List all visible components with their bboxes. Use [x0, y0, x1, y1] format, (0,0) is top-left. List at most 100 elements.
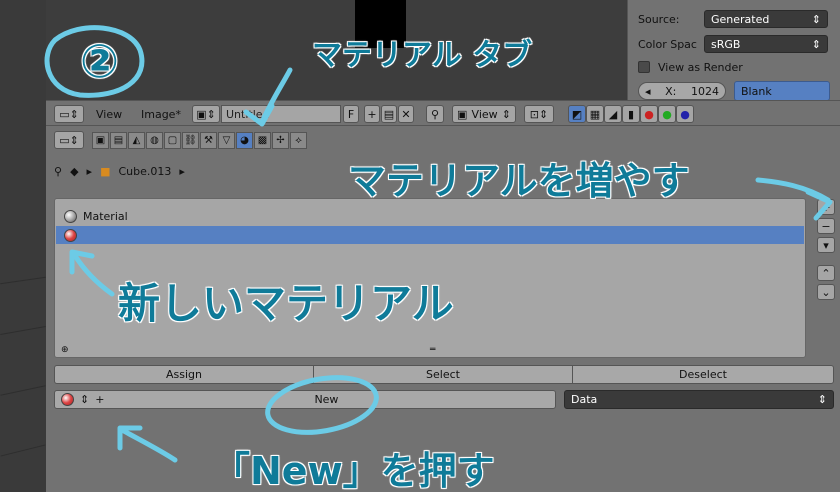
- image-editor-header: ▭⇕ View Image* ▣⇕ Untitled F + ▤ ✕ ⚲ ▣ V…: [46, 100, 840, 126]
- remove-slot-button[interactable]: −: [817, 218, 835, 234]
- plus-icon: +: [364, 105, 380, 123]
- press-new-annotation: 「New」を押す: [212, 449, 495, 492]
- link-data-dropdown[interactable]: Data ⇕: [564, 390, 834, 409]
- blue-channel-icon[interactable]: ●: [676, 105, 694, 123]
- material-tab-icon[interactable]: ◕: [236, 131, 253, 149]
- resize-handle-icon[interactable]: ═: [430, 345, 435, 355]
- chevron-right-icon: ▸: [179, 164, 185, 178]
- step-number: ②: [80, 34, 119, 88]
- image-editor-glyph: ▭⇕: [59, 107, 79, 121]
- grid-line: [0, 326, 46, 335]
- image-name-text: Untitled: [226, 107, 270, 121]
- material-tab-annotation: マテリアル タブ: [312, 38, 533, 73]
- pin-icon: ⚲: [426, 105, 444, 123]
- list-item-selected[interactable]: [56, 226, 804, 244]
- assign-button[interactable]: Assign: [54, 365, 314, 384]
- deselect-button[interactable]: Deselect: [572, 365, 834, 384]
- assign-label: Assign: [166, 368, 202, 381]
- view-menu-label: View: [96, 107, 123, 121]
- fake-user-box: F: [343, 105, 359, 123]
- image-name-field[interactable]: Untitled: [221, 105, 341, 123]
- pin-button[interactable]: ⚲: [426, 105, 444, 123]
- color-space-label: Color Spac: [638, 37, 697, 51]
- x-label: X:: [665, 84, 677, 98]
- color-space-row: Color Spac sRGB ⇕: [638, 34, 838, 54]
- plus-icon: +: [95, 393, 105, 406]
- modifiers-tab-icon[interactable]: ⚒: [200, 131, 217, 149]
- pivot-icon: ⊡⇕: [524, 105, 554, 123]
- world-tab-icon[interactable]: ◍: [146, 131, 163, 149]
- slot-specials-button[interactable]: ▾: [817, 237, 835, 253]
- properties-tabs: ▭⇕ ▣ ▤ ◭ ◍ ▢ ⛓ ⚒ ▽ ◕ ▩ ✢ ⟡: [54, 130, 308, 150]
- texture-tab-icon[interactable]: ▩: [254, 131, 271, 149]
- open-image-button[interactable]: ▤: [381, 105, 397, 123]
- move-slot-up-button[interactable]: ⌃: [817, 265, 835, 281]
- source-dropdown[interactable]: Generated ⇕: [704, 10, 828, 28]
- scene-icon: ◆: [70, 164, 79, 178]
- unlink-image-button[interactable]: ✕: [398, 105, 414, 123]
- grid-line: [0, 444, 46, 457]
- view-as-render-checkbox[interactable]: [638, 61, 650, 73]
- editor-type-button[interactable]: ▭⇕: [54, 131, 84, 149]
- alpha-icon[interactable]: ◢: [604, 105, 622, 123]
- particles-tab-icon[interactable]: ⟡: [290, 131, 307, 149]
- list-item[interactable]: Material: [56, 207, 804, 225]
- updown-icon: ⇕: [817, 393, 827, 406]
- source-row: Source: Generated ⇕: [638, 9, 838, 29]
- cube-icon: ■: [100, 164, 111, 178]
- list-options-icon[interactable]: ⊕: [61, 345, 69, 355]
- view-menu[interactable]: View: [96, 105, 122, 123]
- data-label: Data: [571, 393, 598, 406]
- object-tab-icon[interactable]: ▢: [164, 131, 181, 149]
- image-browse-button[interactable]: ▣⇕: [192, 105, 220, 123]
- chevron-right-icon: ▸: [86, 164, 93, 178]
- material-icon: [61, 393, 74, 406]
- editor-type-button[interactable]: ▭⇕: [54, 105, 84, 123]
- select-label: Select: [426, 368, 460, 381]
- add-material-annotation: マテリアルを増やす: [348, 159, 690, 203]
- view-mode-box: ▣ View ⇕: [452, 105, 516, 123]
- view-as-render-row: View as Render: [638, 57, 838, 77]
- checker-icon[interactable]: ▦: [586, 105, 604, 123]
- view-mode-select[interactable]: ▣ View ⇕: [452, 105, 516, 123]
- constraints-tab-icon[interactable]: ⛓: [182, 131, 199, 149]
- new-material-button[interactable]: ⇕ + New: [54, 390, 556, 409]
- image-icon: ▣⇕: [192, 105, 220, 123]
- 3d-viewport-edge[interactable]: [0, 0, 46, 492]
- slot-label: Material: [83, 209, 128, 223]
- data-tab-icon[interactable]: ▽: [218, 131, 235, 149]
- blank-button[interactable]: Blank: [734, 81, 830, 101]
- grid-line: [0, 276, 46, 285]
- scene-tab-icon[interactable]: ◭: [128, 131, 145, 149]
- fake-user-text: F: [347, 107, 355, 121]
- x-value: 1024: [691, 84, 719, 98]
- fake-user-button[interactable]: F: [343, 105, 359, 123]
- select-button[interactable]: Select: [313, 365, 573, 384]
- render-tab-icon[interactable]: ▣: [92, 131, 109, 149]
- render-layers-tab-icon[interactable]: ▤: [110, 131, 127, 149]
- color-space-dropdown[interactable]: sRGB ⇕: [704, 35, 828, 53]
- grid-line: [0, 385, 46, 396]
- pin-icon[interactable]: ⚲: [54, 165, 62, 178]
- move-slot-down-button[interactable]: ⌄: [817, 284, 835, 300]
- new-label: New: [314, 393, 339, 406]
- breadcrumb: ⚲ ◆ ▸ ■ Cube.013 ▸: [54, 162, 185, 180]
- image-menu[interactable]: Image*: [141, 105, 181, 123]
- x-size-field[interactable]: ◂ X: 1024: [638, 82, 726, 100]
- color-alpha-icon[interactable]: ◩: [568, 105, 586, 123]
- red-channel-icon[interactable]: ●: [640, 105, 658, 123]
- updown-icon: ⇕: [811, 12, 821, 26]
- updown-icon: ⇕: [501, 107, 511, 121]
- add-slot-button[interactable]: +: [817, 199, 835, 215]
- object-name[interactable]: Cube.013: [118, 165, 171, 178]
- view-mode-icon: ▣: [457, 107, 468, 121]
- blender-window: Source: Generated ⇕ Color Spac sRGB ⇕ Vi…: [0, 0, 840, 492]
- green-channel-icon[interactable]: ●: [658, 105, 676, 123]
- image-menu-label: Image*: [141, 107, 181, 121]
- view-as-render-label: View as Render: [658, 60, 743, 74]
- zbuffer-icon[interactable]: ▮: [622, 105, 640, 123]
- pivot-select[interactable]: ⊡⇕: [524, 105, 554, 123]
- material-sphere-icon: [64, 209, 77, 223]
- physics-tab-icon[interactable]: ✢: [272, 131, 289, 149]
- new-image-button[interactable]: +: [364, 105, 380, 123]
